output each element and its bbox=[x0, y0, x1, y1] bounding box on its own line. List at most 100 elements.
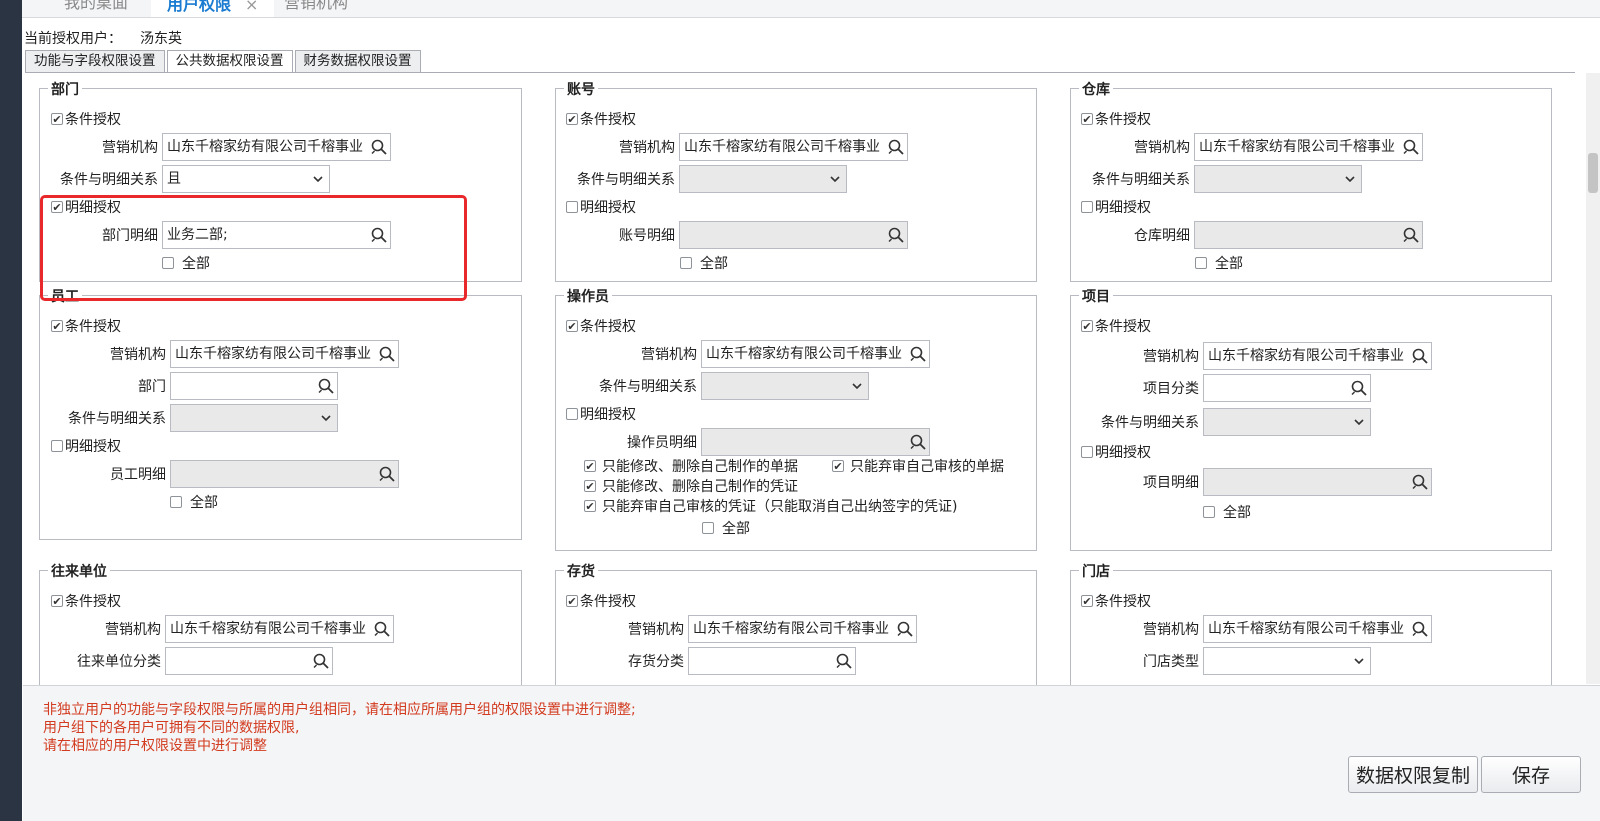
project-relation-label: 条件与明细关系 bbox=[1101, 415, 1199, 431]
save-button[interactable]: 保存 bbox=[1481, 756, 1581, 793]
project-detail-input[interactable] bbox=[1203, 468, 1432, 496]
checkbox-box bbox=[680, 257, 692, 269]
search-icon[interactable] bbox=[1402, 138, 1420, 156]
project-detail-label: 项目明细 bbox=[1143, 475, 1199, 491]
project-detail-auth-checkbox[interactable]: 明细授权 bbox=[1081, 442, 1151, 462]
account-cond-auth-checkbox[interactable]: 条件授权 bbox=[566, 109, 636, 129]
search-icon[interactable] bbox=[378, 465, 396, 483]
warehouse-cond-auth-checkbox[interactable]: 条件授权 bbox=[1081, 109, 1151, 129]
employee-org-input[interactable]: 山东千榕家纺有限公司千榕事业 bbox=[170, 340, 399, 368]
store-cond-auth-checkbox[interactable]: 条件授权 bbox=[1081, 591, 1151, 611]
close-icon[interactable]: × bbox=[245, 0, 258, 14]
partner-category-input[interactable] bbox=[165, 647, 333, 675]
subtab-public-data[interactable]: 公共数据权限设置 bbox=[166, 50, 293, 73]
employee-dept-label: 部门 bbox=[138, 379, 166, 395]
operator-cond-auth-checkbox[interactable]: 条件授权 bbox=[566, 316, 636, 336]
employee-detail-input[interactable] bbox=[170, 460, 399, 488]
warehouse-all-checkbox[interactable]: 全部 bbox=[1195, 253, 1243, 273]
account-all-checkbox[interactable]: 全部 bbox=[680, 253, 728, 273]
store-type-select[interactable] bbox=[1203, 647, 1371, 675]
partner-cond-auth-checkbox[interactable]: 条件授权 bbox=[51, 591, 121, 611]
store-org-input[interactable]: 山东千榕家纺有限公司千榕事业 bbox=[1203, 615, 1432, 643]
account-cond-auth-label: 条件授权 bbox=[580, 112, 636, 128]
chevron-down-icon bbox=[830, 176, 840, 183]
project-org-input[interactable]: 山东千榕家纺有限公司千榕事业 bbox=[1203, 342, 1432, 370]
checkbox-box bbox=[1203, 506, 1215, 518]
operator-detail-input[interactable] bbox=[701, 428, 930, 456]
chevron-down-icon bbox=[321, 415, 331, 422]
search-icon[interactable] bbox=[909, 345, 927, 363]
search-icon[interactable] bbox=[370, 138, 388, 156]
operator-opt2-checkbox[interactable]: 只能弃审自己审核的单据 bbox=[832, 456, 1004, 476]
account-org-input[interactable]: 山东千榕家纺有限公司千榕事业 bbox=[679, 133, 908, 161]
warehouse-detail-auth-label: 明细授权 bbox=[1095, 200, 1151, 216]
operator-opt1-checkbox[interactable]: 只能修改、删除自己制作的单据 bbox=[584, 456, 798, 476]
store-title: 门店 bbox=[1079, 561, 1113, 581]
checkbox-box bbox=[1195, 257, 1207, 269]
search-icon[interactable] bbox=[1402, 226, 1420, 244]
inventory-category-input[interactable] bbox=[688, 647, 856, 675]
check-icon bbox=[584, 500, 596, 512]
inventory-cond-auth-checkbox[interactable]: 条件授权 bbox=[566, 591, 636, 611]
operator-org-input[interactable]: 山东千榕家纺有限公司千榕事业 bbox=[701, 340, 930, 368]
employee-all-label: 全部 bbox=[190, 495, 218, 511]
operator-opt4-checkbox[interactable]: 只能弃审自己审核的凭证（只能取消自己出纳签字的凭证) bbox=[584, 496, 957, 516]
search-icon[interactable] bbox=[1411, 473, 1429, 491]
warehouse-detail-auth-checkbox[interactable]: 明细授权 bbox=[1081, 197, 1151, 217]
employee-all-checkbox[interactable]: 全部 bbox=[170, 492, 218, 512]
account-relation-select[interactable] bbox=[679, 165, 847, 193]
account-detail-auth-label: 明细授权 bbox=[580, 200, 636, 216]
operator-all-checkbox[interactable]: 全部 bbox=[702, 518, 750, 538]
search-icon[interactable] bbox=[1350, 379, 1368, 397]
check-icon bbox=[51, 320, 63, 332]
project-relation-select[interactable] bbox=[1203, 408, 1371, 436]
partner-org-input[interactable]: 山东千榕家纺有限公司千榕事业 bbox=[165, 615, 394, 643]
project-category-input[interactable] bbox=[1203, 374, 1371, 402]
operator-relation-select[interactable] bbox=[701, 372, 869, 400]
search-icon[interactable] bbox=[896, 620, 914, 638]
dept-relation-select[interactable]: 且 bbox=[162, 165, 330, 193]
subtab-finance-data[interactable]: 财务数据权限设置 bbox=[294, 50, 421, 73]
employee-dept-input[interactable] bbox=[170, 372, 338, 400]
search-icon[interactable] bbox=[835, 652, 853, 670]
account-detail-input[interactable] bbox=[679, 221, 908, 249]
search-icon[interactable] bbox=[1411, 620, 1429, 638]
operator-opt3-checkbox[interactable]: 只能修改、删除自己制作的凭证 bbox=[584, 476, 798, 496]
account-all-label: 全部 bbox=[700, 256, 728, 272]
operator-org-value: 山东千榕家纺有限公司千榕事业 bbox=[706, 346, 902, 362]
search-icon[interactable] bbox=[909, 433, 927, 451]
warehouse-relation-select[interactable] bbox=[1194, 165, 1362, 193]
dept-cond-auth-checkbox[interactable]: 条件授权 bbox=[51, 109, 121, 129]
employee-org-label: 营销机构 bbox=[110, 347, 166, 363]
permission-subtabs: 功能与字段权限设置 公共数据权限设置 财务数据权限设置 bbox=[25, 50, 423, 73]
operator-cond-auth-label: 条件授权 bbox=[580, 319, 636, 335]
search-icon[interactable] bbox=[378, 345, 396, 363]
warehouse-org-input[interactable]: 山东千榕家纺有限公司千榕事业 bbox=[1194, 133, 1423, 161]
dept-org-input[interactable]: 山东千榕家纺有限公司千榕事业 bbox=[162, 133, 391, 161]
search-icon[interactable] bbox=[317, 377, 335, 395]
inventory-org-input[interactable]: 山东千榕家纺有限公司千榕事业 bbox=[688, 615, 917, 643]
warehouse-detail-input[interactable] bbox=[1194, 221, 1423, 249]
search-icon[interactable] bbox=[887, 138, 905, 156]
search-icon[interactable] bbox=[312, 652, 330, 670]
employee-cond-auth-checkbox[interactable]: 条件授权 bbox=[51, 316, 121, 336]
copy-data-permission-button[interactable]: 数据权限复制 bbox=[1348, 756, 1478, 793]
operator-detail-auth-checkbox[interactable]: 明细授权 bbox=[566, 404, 636, 424]
scrollbar-thumb[interactable] bbox=[1588, 153, 1598, 193]
employee-relation-select[interactable] bbox=[170, 404, 338, 432]
scrollbar[interactable] bbox=[1586, 73, 1600, 684]
tab-user-permissions[interactable]: 用户权限 × bbox=[151, 0, 275, 17]
project-all-checkbox[interactable]: 全部 bbox=[1203, 502, 1251, 522]
project-cond-auth-checkbox[interactable]: 条件授权 bbox=[1081, 316, 1151, 336]
operator-detail-label: 操作员明细 bbox=[627, 435, 697, 451]
account-detail-auth-checkbox[interactable]: 明细授权 bbox=[566, 197, 636, 217]
employee-detail-auth-checkbox[interactable]: 明细授权 bbox=[51, 436, 121, 456]
partner-org-value: 山东千榕家纺有限公司千榕事业 bbox=[170, 621, 366, 637]
subtab-function-field[interactable]: 功能与字段权限设置 bbox=[25, 50, 165, 73]
search-icon[interactable] bbox=[373, 620, 391, 638]
operator-title: 操作员 bbox=[564, 286, 612, 306]
search-icon[interactable] bbox=[1411, 347, 1429, 365]
search-icon[interactable] bbox=[887, 226, 905, 244]
tab-my-desktop[interactable]: 我的桌面 bbox=[64, 0, 128, 17]
tab-marketing-org[interactable]: 营销机构 bbox=[284, 0, 348, 17]
